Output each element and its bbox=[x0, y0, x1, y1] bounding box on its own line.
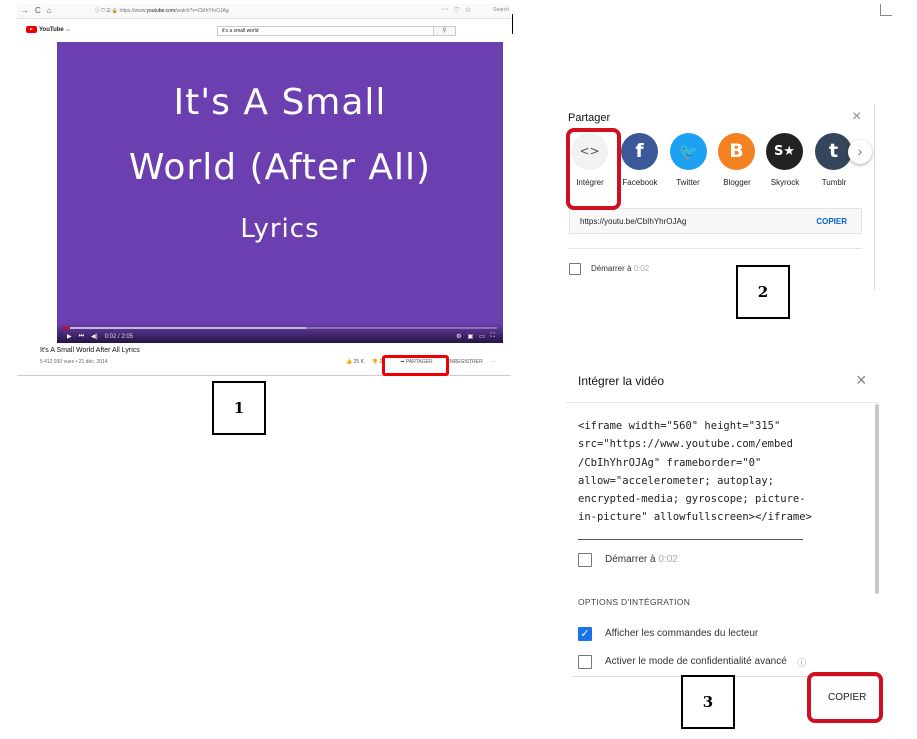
search-icon[interactable]: ⚲ bbox=[433, 27, 455, 35]
next-icon[interactable]: ⏭ bbox=[79, 333, 84, 340]
chevron-right-icon[interactable]: › bbox=[848, 140, 872, 164]
highlight-embed-button bbox=[566, 128, 621, 210]
dialog-edge bbox=[874, 104, 875, 290]
like-button[interactable]: 👍 25 K bbox=[346, 359, 364, 365]
like-count: 25 K bbox=[353, 359, 364, 365]
start-at-checkbox[interactable] bbox=[569, 263, 581, 275]
video-text-line3: Lyrics bbox=[240, 214, 320, 244]
more-icon[interactable]: ··· bbox=[491, 359, 496, 365]
start-at-time[interactable]: 0:02 bbox=[634, 264, 650, 273]
share-item-label: Tumblr bbox=[821, 178, 847, 187]
show-controls-label: Afficher les commandes du lecteur bbox=[605, 628, 759, 639]
corner-mark bbox=[880, 4, 892, 16]
video-text-line2: World (After All) bbox=[128, 147, 432, 188]
page-actions-icon[interactable]: ··· bbox=[441, 6, 448, 14]
scrollbar[interactable] bbox=[875, 404, 879, 594]
theater-icon[interactable]: ▭ bbox=[479, 333, 485, 340]
close-icon[interactable]: × bbox=[852, 108, 861, 126]
save-label: ENREGISTRER bbox=[446, 359, 483, 365]
step-label-2: 2 bbox=[736, 265, 790, 319]
embed-title: Intégrer la vidéo bbox=[578, 374, 665, 388]
browser-search-input[interactable]: Search bbox=[493, 7, 509, 13]
tumblr-icon[interactable]: t bbox=[815, 133, 852, 170]
divider bbox=[569, 248, 862, 249]
embed-code-textarea[interactable]: <iframe width="560" height="315" src="ht… bbox=[578, 417, 812, 527]
play-icon[interactable]: ▶ bbox=[67, 333, 72, 340]
copy-link-button[interactable]: COPIER bbox=[816, 217, 847, 226]
browser-screenshot: → C ⌂ ⓘ ⛉ ☑ 🔒 https://www.youtube.com/wa… bbox=[17, 4, 511, 376]
time-display: 0:02 / 2:05 bbox=[104, 333, 134, 340]
embed-options-heading: OPTIONS D'INTÉGRATION bbox=[578, 597, 691, 607]
region-code: FR bbox=[65, 27, 70, 32]
volume-icon[interactable]: ◀) bbox=[91, 333, 98, 340]
share-title: Partager bbox=[568, 112, 611, 124]
video-text-line1: It's A Small bbox=[173, 82, 387, 123]
save-button[interactable]: ENREGISTRER bbox=[447, 359, 483, 365]
home-icon[interactable]: ⌂ bbox=[47, 7, 52, 15]
search-query: it's a small world bbox=[222, 28, 259, 34]
dislike-button[interactable]: 👎 2 bbox=[372, 359, 382, 365]
url-prefix: ⓘ ⛉ ☑ 🔒 https://www. bbox=[95, 8, 147, 14]
text-cursor bbox=[512, 14, 513, 34]
reload-icon[interactable]: C bbox=[35, 7, 41, 15]
divider bbox=[566, 402, 878, 403]
highlight-share-button bbox=[382, 355, 449, 376]
start-at-checkbox[interactable] bbox=[578, 553, 592, 567]
video-player[interactable]: It's A Small World (After All) Lyrics ▶ … bbox=[57, 42, 503, 343]
privacy-mode-checkbox[interactable] bbox=[578, 655, 592, 669]
share-link-box: https://youtu.be/CbIhYhrOJAg COPIER bbox=[569, 208, 862, 234]
blogger-icon[interactable]: B bbox=[718, 133, 755, 170]
youtube-play-icon bbox=[26, 26, 37, 33]
close-icon[interactable]: × bbox=[856, 370, 867, 391]
textarea-underline bbox=[578, 539, 803, 540]
forward-icon[interactable]: → bbox=[21, 7, 29, 15]
youtube-header: YouTube FR it's a small world ⚲ bbox=[17, 20, 511, 42]
settings-icon[interactable]: ⚙ bbox=[456, 333, 461, 340]
played-bar bbox=[63, 327, 70, 329]
start-at-text: Démarrer à bbox=[605, 554, 656, 565]
fullscreen-icon[interactable]: ⛶ bbox=[491, 333, 495, 340]
buffered-bar bbox=[63, 327, 307, 329]
privacy-mode-label: Activer le mode de confidentialité avanc… bbox=[605, 656, 787, 667]
twitter-icon[interactable]: 🐦 bbox=[670, 133, 707, 170]
step-label-1: 1 bbox=[212, 381, 266, 435]
video-controls: ▶ ⏭ ◀) 0:02 / 2:05 ⚙ ▣ ▭ ⛶ bbox=[57, 323, 503, 343]
start-at-text: Démarrer à bbox=[591, 264, 632, 273]
step-label-3: 3 bbox=[681, 675, 735, 729]
video-meta: 5 412 930 vues • 21 déc. 2014 bbox=[40, 359, 108, 365]
browser-toolbar: → C ⌂ ⓘ ⛉ ☑ 🔒 https://www.youtube.com/wa… bbox=[17, 4, 511, 19]
bookmark-star-icon[interactable]: ☆ bbox=[465, 6, 471, 14]
pocket-icon[interactable]: ♡ bbox=[453, 6, 459, 14]
share-url[interactable]: https://youtu.be/CbIhYhrOJAg bbox=[580, 217, 686, 226]
start-at-label: Démarrer à 0:02 bbox=[591, 264, 649, 273]
show-controls-checkbox[interactable]: ✓ bbox=[578, 627, 592, 641]
embed-dialog: Intégrer la vidéo × <iframe width="560" … bbox=[566, 362, 892, 678]
youtube-logo-text: YouTube bbox=[39, 26, 64, 33]
miniplayer-icon[interactable]: ▣ bbox=[467, 333, 473, 340]
checkmark-icon: ✓ bbox=[580, 628, 590, 640]
progress-bar[interactable] bbox=[63, 327, 497, 329]
youtube-logo[interactable]: YouTube FR bbox=[26, 26, 70, 33]
youtube-search-input[interactable]: it's a small world ⚲ bbox=[217, 26, 456, 36]
start-at-label: Démarrer à 0:02 bbox=[605, 554, 678, 565]
start-at-time[interactable]: 0:02 bbox=[658, 554, 677, 565]
skyrock-icon[interactable]: S★ bbox=[766, 133, 803, 170]
info-icon[interactable]: ⓘ bbox=[797, 656, 806, 669]
address-bar[interactable]: ⓘ ⛉ ☑ 🔒 https://www.youtube.com/watch?v=… bbox=[95, 7, 229, 15]
url-path: /watch?v=CbIhYhrOJAg bbox=[175, 8, 229, 14]
url-domain: youtube.com bbox=[146, 8, 176, 14]
copy-embed-button[interactable]: COPIER bbox=[828, 692, 866, 703]
video-title: It's A Small World After All Lyrics bbox=[40, 347, 140, 354]
facebook-icon[interactable]: f bbox=[621, 133, 658, 170]
